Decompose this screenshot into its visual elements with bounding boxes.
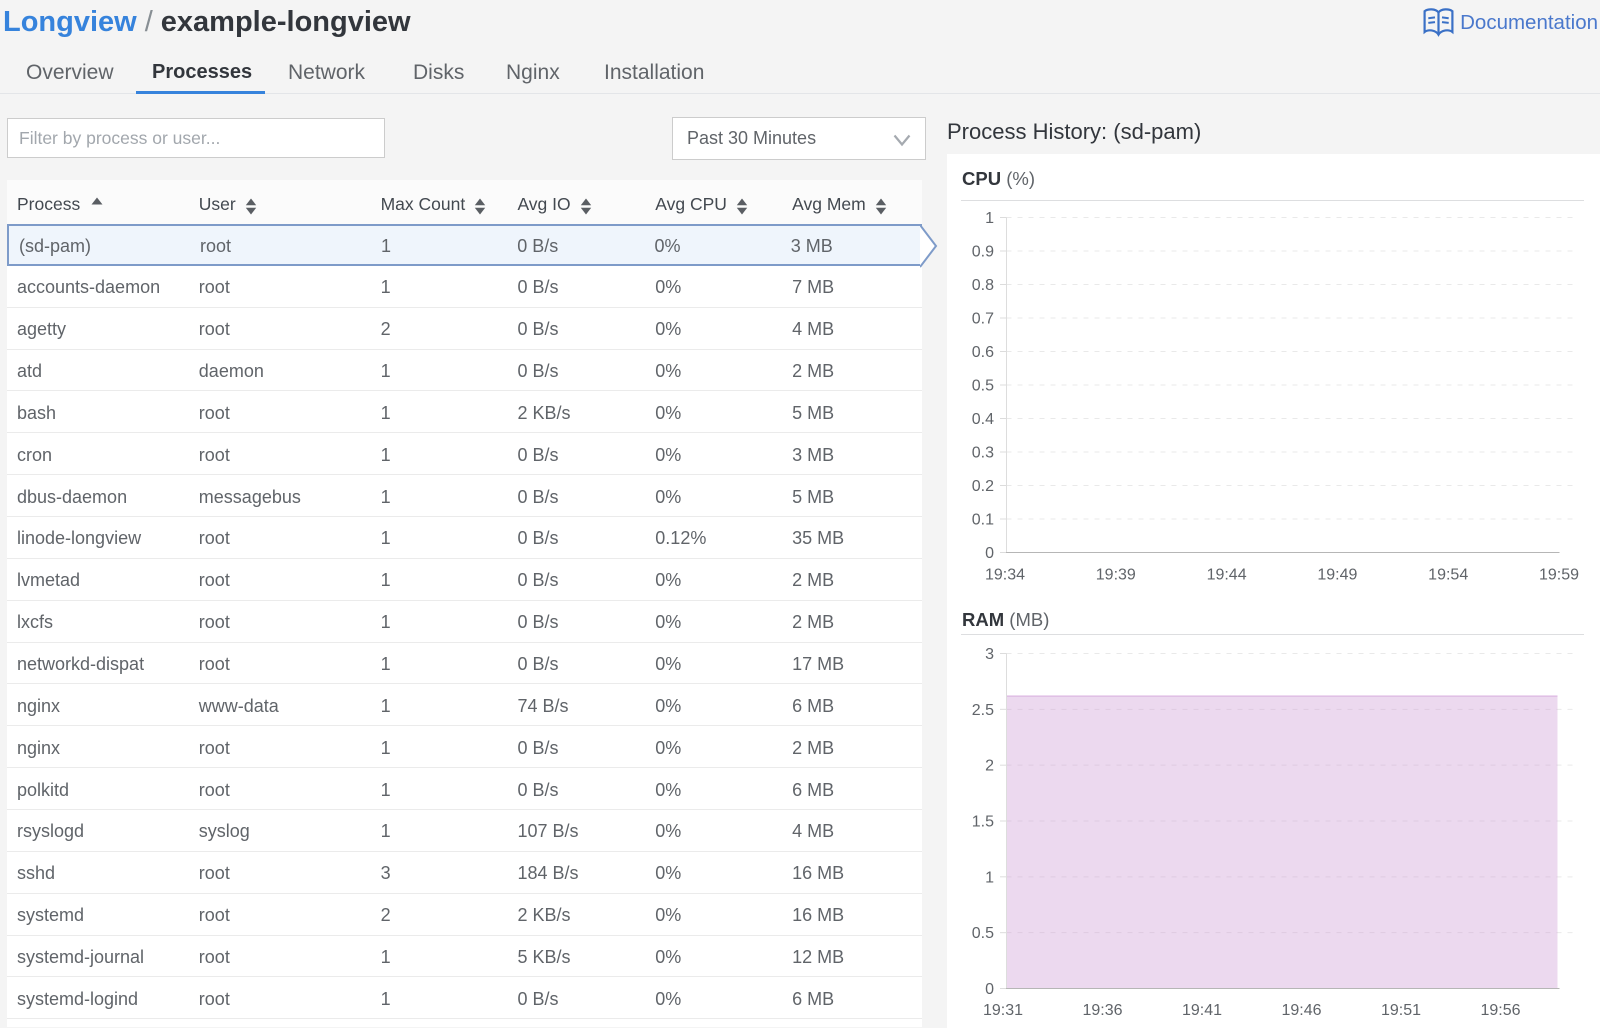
svg-text:19:41: 19:41	[1182, 1002, 1222, 1019]
svg-text:19:51: 19:51	[1381, 1002, 1421, 1019]
svg-text:0.8: 0.8	[972, 277, 994, 294]
svg-text:1: 1	[985, 869, 994, 886]
svg-text:0.6: 0.6	[972, 344, 994, 361]
svg-text:1: 1	[985, 210, 994, 227]
svg-text:2: 2	[985, 758, 994, 775]
svg-text:0.5: 0.5	[972, 378, 994, 395]
svg-text:0.3: 0.3	[972, 445, 994, 462]
svg-text:0.2: 0.2	[972, 478, 994, 495]
svg-text:2.5: 2.5	[972, 702, 994, 719]
svg-text:19:54: 19:54	[1428, 567, 1468, 584]
svg-text:0.4: 0.4	[972, 411, 994, 428]
svg-text:0: 0	[985, 545, 994, 562]
svg-text:19:34: 19:34	[985, 567, 1025, 584]
svg-text:0.1: 0.1	[972, 512, 994, 529]
svg-text:19:49: 19:49	[1317, 567, 1357, 584]
svg-text:19:36: 19:36	[1082, 1002, 1122, 1019]
svg-text:19:39: 19:39	[1096, 567, 1136, 584]
svg-text:19:44: 19:44	[1207, 567, 1247, 584]
svg-text:19:31: 19:31	[983, 1002, 1023, 1019]
svg-text:3: 3	[985, 646, 994, 663]
svg-text:1.5: 1.5	[972, 814, 994, 831]
svg-text:19:56: 19:56	[1480, 1002, 1520, 1019]
svg-text:0.7: 0.7	[972, 311, 994, 328]
svg-text:0.9: 0.9	[972, 244, 994, 261]
svg-text:0: 0	[985, 981, 994, 998]
svg-text:19:59: 19:59	[1539, 567, 1579, 584]
svg-text:19:46: 19:46	[1281, 1002, 1321, 1019]
svg-text:0.5: 0.5	[972, 925, 994, 942]
